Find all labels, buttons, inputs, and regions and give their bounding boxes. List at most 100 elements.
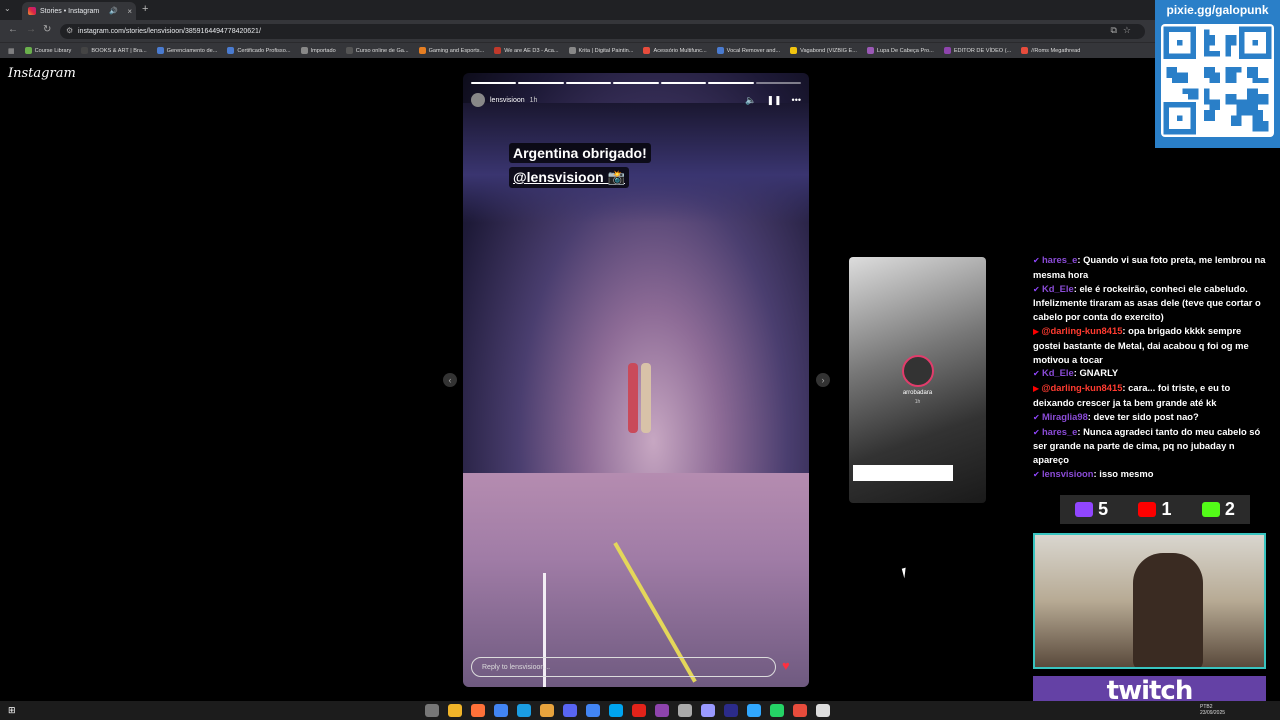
bookmark-item[interactable]: EDITOR DE VÍDEO (...: [943, 47, 1011, 54]
chat-username: Miraglia98: [1041, 410, 1088, 422]
tab-audio-icon[interactable]: 🔊: [109, 7, 118, 15]
site-info-icon[interactable]: ⚙: [66, 26, 73, 35]
progress-segment: [565, 82, 612, 84]
taskbar-app-icon[interactable]: [655, 704, 669, 717]
avatar[interactable]: [471, 93, 485, 107]
progress-segment: [471, 82, 517, 84]
chat-message: ✔ lensvisioon: isso mesmo: [1028, 467, 1268, 482]
twitch-badge-icon: ✔: [1033, 369, 1042, 379]
reply-input[interactable]: Reply to lensvisioon...: [471, 657, 776, 677]
bookmark-label: Lupa De Cabeça Pro...: [876, 47, 934, 54]
browser-tab[interactable]: Stories • Instagram 🔊 ×: [22, 2, 136, 20]
bookmark-item[interactable]: Gerenciamento de...: [156, 47, 217, 54]
bookmark-item[interactable]: Curso online de Ga...: [345, 47, 409, 54]
bookmark-item[interactable]: Krita | Digital Paintin...: [568, 47, 634, 54]
chat-username: Kd_Ele: [1041, 367, 1074, 379]
tray-date: 23/09/2025: [1200, 710, 1226, 716]
taskbar-app-icon[interactable]: [517, 704, 531, 717]
progress-segment: [660, 82, 707, 84]
taskbar-app-icon[interactable]: [471, 704, 485, 717]
bookmark-favicon-icon: [866, 47, 874, 54]
windows-start-icon[interactable]: ⊞: [8, 705, 16, 716]
bookmark-item[interactable]: //Roms Megathread: [1021, 47, 1080, 54]
bookmark-label: //Roms Megathread: [1031, 47, 1081, 54]
taskbar-app-icon[interactable]: [724, 704, 738, 717]
twitch-badge-icon: ✔: [1033, 469, 1042, 479]
forward-icon[interactable]: →: [26, 24, 36, 35]
bookmark-label: Certificado Profisso...: [237, 47, 291, 54]
taskbar-app-icon[interactable]: [632, 704, 646, 717]
bookmark-favicon-icon: [943, 47, 951, 54]
performer-figure: [628, 363, 638, 433]
bookmark-item[interactable]: BOOKS & ART | Bra...: [81, 47, 147, 54]
taskbar-app-icon[interactable]: [747, 704, 761, 717]
chat-username: Kd_Ele: [1041, 282, 1074, 294]
bookmark-label: Krita | Digital Paintin...: [578, 47, 634, 54]
windows-taskbar: ⊞ PTB2 23/09/2025: [0, 701, 1280, 720]
tab-close-icon[interactable]: ×: [127, 7, 132, 16]
bookmark-favicon-icon: [790, 47, 798, 54]
like-heart-icon[interactable]: ♥: [782, 658, 790, 673]
taskbar-app-icon[interactable]: [816, 704, 830, 717]
twitch-viewer-count: 5: [1098, 499, 1109, 519]
bookmark-item[interactable]: Vocal Remover and...: [716, 47, 780, 54]
mouse-cursor-icon: [901, 567, 909, 579]
youtube-icon: [1138, 502, 1157, 517]
bookmark-label: Importado: [310, 47, 336, 54]
taskbar-app-icon[interactable]: [770, 704, 784, 717]
bookmark-favicon-icon: [568, 47, 576, 54]
apps-icon[interactable]: ▦: [8, 47, 15, 55]
taskbar-app-icon[interactable]: [678, 704, 692, 717]
youtube-viewer-count: 1: [1161, 499, 1172, 519]
taskbar-app-icon[interactable]: [701, 704, 715, 717]
bookmark-item[interactable]: Importado: [300, 47, 336, 54]
address-bar[interactable]: ⚙ instagram.com/stories/lensvisioon/3859…: [60, 24, 1145, 39]
bookmark-label: Course Library: [34, 47, 72, 54]
kick-viewer-count: 2: [1224, 499, 1235, 519]
tab-search-icon[interactable]: ⌄: [4, 4, 11, 13]
taskbar-app-icon[interactable]: [793, 704, 807, 717]
bookmark-item[interactable]: Course Library: [24, 47, 72, 54]
twitch-badge-icon: ✔: [1033, 412, 1042, 422]
system-tray[interactable]: PTB2 23/09/2025: [1200, 704, 1225, 716]
mute-icon[interactable]: 🔈: [745, 95, 756, 106]
previous-story-arrow-icon[interactable]: ‹: [443, 373, 457, 387]
story-mention[interactable]: @lensvisioon 📸: [509, 167, 629, 188]
taskbar-app-icon[interactable]: [540, 704, 554, 717]
next-story-preview[interactable]: arrobadara 1h: [849, 257, 986, 503]
bookmark-favicon-icon: [345, 47, 353, 54]
twitch-badge-icon: ✔: [1033, 427, 1042, 437]
story-username[interactable]: lensvisioon: [490, 97, 525, 104]
bookmark-item[interactable]: Gaming and Esports...: [418, 47, 485, 54]
bookmark-star-icon[interactable]: ⧉☆: [1111, 25, 1138, 36]
taskbar-app-icon[interactable]: [425, 704, 439, 717]
chat-username: @darling-kun8415: [1041, 324, 1123, 336]
more-options-icon[interactable]: •••: [792, 95, 801, 106]
instagram-logo[interactable]: Instagram: [8, 66, 76, 81]
taskbar-app-icon[interactable]: [563, 704, 577, 717]
bookmark-item[interactable]: Acessório Multifunc...: [643, 47, 707, 54]
taskbar-app-icon[interactable]: [494, 704, 508, 717]
story-viewer[interactable]: lensvisioon 1h 🔈 ❚❚ ••• Argentina obriga…: [463, 73, 809, 687]
next-story-arrow-icon[interactable]: ›: [816, 373, 830, 387]
bookmark-favicon-icon: [643, 47, 651, 54]
back-icon[interactable]: ←: [8, 24, 18, 35]
bookmark-favicon-icon: [418, 47, 426, 54]
bookmark-item[interactable]: We are AE D3 - Aca...: [494, 47, 559, 54]
bookmark-item[interactable]: Vagabond (VIZBIG E...: [790, 47, 857, 54]
url-text: instagram.com/stories/lensvisioon/385916…: [78, 28, 261, 35]
bookmark-item[interactable]: Certificado Profisso...: [227, 47, 291, 54]
stream-chat: ✔ hares_e: Quando vi sua foto preta, me …: [1028, 253, 1268, 482]
taskbar-app-icon[interactable]: [609, 704, 623, 717]
pause-icon[interactable]: ❚❚: [766, 95, 781, 106]
taskbar-app-icon[interactable]: [448, 704, 462, 717]
bookmark-item[interactable]: Lupa De Cabeça Pro...: [866, 47, 934, 54]
bookmark-favicon-icon: [81, 47, 89, 54]
reload-icon[interactable]: ↻: [43, 24, 51, 35]
next-story-time: 1h: [914, 399, 921, 405]
chat-text: deve ter sido post nao?: [1093, 410, 1199, 422]
bookmark-label: Gaming and Esports...: [428, 47, 485, 54]
bookmark-favicon-icon: [300, 47, 308, 54]
new-tab-icon[interactable]: +: [142, 3, 148, 15]
taskbar-app-icon[interactable]: [586, 704, 600, 717]
